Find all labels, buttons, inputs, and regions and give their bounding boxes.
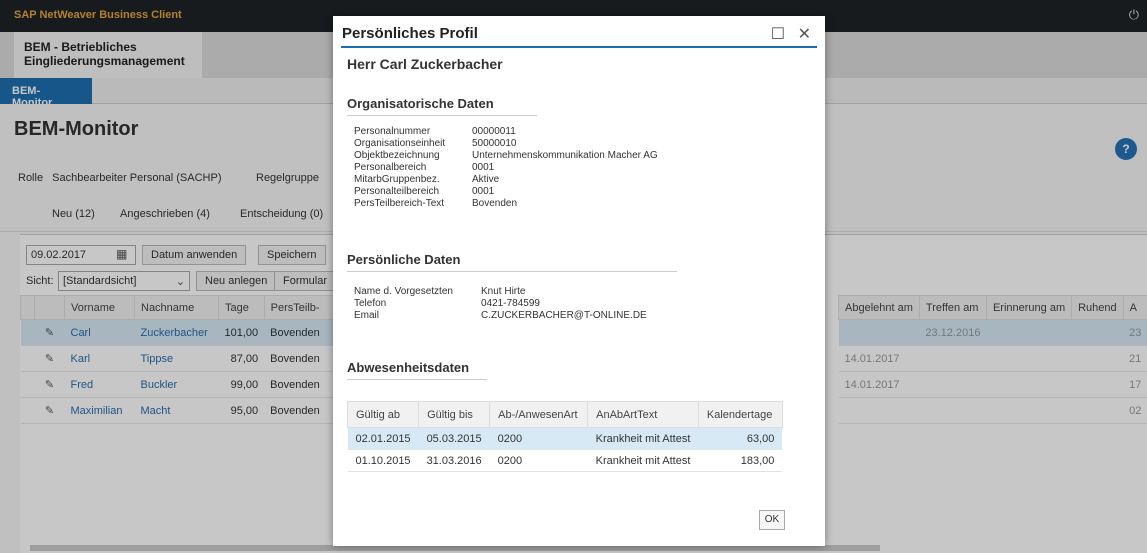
pers-key: Name d. Vorgesetzten — [354, 286, 453, 297]
dialog-controls: ☐ ✕ — [763, 24, 811, 44]
table-row[interactable]: 02.01.2015 05.03.2015 0200 Krankheit mit… — [347, 427, 783, 450]
section-personal: Persönliche Daten — [347, 252, 677, 272]
org-key: Personalbereich — [354, 162, 427, 173]
org-value: Aktive — [472, 174, 500, 185]
col-gueltig-bis[interactable]: Gültig bis — [418, 401, 491, 428]
dialog-title-rule — [341, 46, 817, 48]
col-kalendertage[interactable]: Kalendertage — [697, 401, 783, 428]
org-value: 0001 — [472, 162, 495, 173]
org-key: MitarbGruppenbez. — [354, 174, 440, 185]
pers-key: Telefon — [354, 298, 387, 309]
cell-anabarttext: Krankheit mit Attest — [587, 427, 699, 450]
cell-anabarttext: Krankheit mit Attest — [587, 449, 699, 472]
org-key: Personalnummer — [354, 126, 431, 137]
cell-gueltig-ab: 02.01.2015 — [347, 427, 419, 450]
org-value: Unternehmenskommunikation Macher AG — [472, 150, 658, 161]
cell-kalendertage: 63,00 — [698, 427, 783, 450]
cell-abwesenart: 0200 — [489, 449, 588, 472]
org-key: Personalteilbereich — [354, 186, 440, 197]
maximize-icon[interactable]: ☐ — [771, 26, 785, 43]
cell-gueltig-bis: 31.03.2016 — [418, 449, 490, 472]
cell-abwesenart: 0200 — [489, 427, 588, 450]
cell-gueltig-ab: 01.10.2015 — [347, 449, 419, 472]
table-row[interactable]: 01.10.2015 31.03.2016 0200 Krankheit mit… — [347, 449, 783, 472]
table-header: Gültig ab Gültig bis Ab-/AnwesenArt AnAb… — [346, 401, 783, 428]
absence-table: Gültig ab Gültig bis Ab-/AnwesenArt AnAb… — [346, 401, 783, 472]
org-value: 0001 — [472, 186, 495, 197]
org-key: PersTeilbereich-Text — [354, 198, 445, 209]
col-gueltig-ab[interactable]: Gültig ab — [346, 401, 420, 428]
org-value: Bovenden — [472, 198, 518, 209]
col-anabarttext[interactable]: AnAbArtText — [587, 401, 699, 428]
person-name: Herr Carl Zuckerbacher — [347, 56, 503, 72]
org-key: Objektbezeichnung — [354, 150, 440, 161]
dialog-title: Persönliches Profil — [342, 25, 478, 42]
pers-value: C.ZUCKERBACHER@T-ONLINE.DE — [481, 310, 647, 321]
pers-value: Knut Hirte — [481, 286, 526, 297]
org-value: 50000010 — [472, 138, 517, 149]
cell-gueltig-bis: 05.03.2015 — [418, 427, 490, 450]
cell-kalendertage: 183,00 — [698, 449, 783, 472]
org-value: 00000011 — [472, 126, 516, 137]
close-icon[interactable]: ✕ — [798, 26, 811, 43]
org-key: Organisationseinheit — [354, 138, 446, 149]
ok-button[interactable]: OK — [759, 510, 785, 530]
pers-key: Email — [354, 310, 380, 321]
section-absence: Abwesenheitsdaten — [347, 360, 487, 380]
section-org: Organisatorische Daten — [347, 96, 537, 116]
profile-dialog: Persönliches Profil ☐ ✕ Herr Carl Zucker… — [333, 16, 825, 546]
col-abwesenart[interactable]: Ab-/AnwesenArt — [489, 401, 589, 428]
pers-value: 0421-784599 — [481, 298, 540, 309]
